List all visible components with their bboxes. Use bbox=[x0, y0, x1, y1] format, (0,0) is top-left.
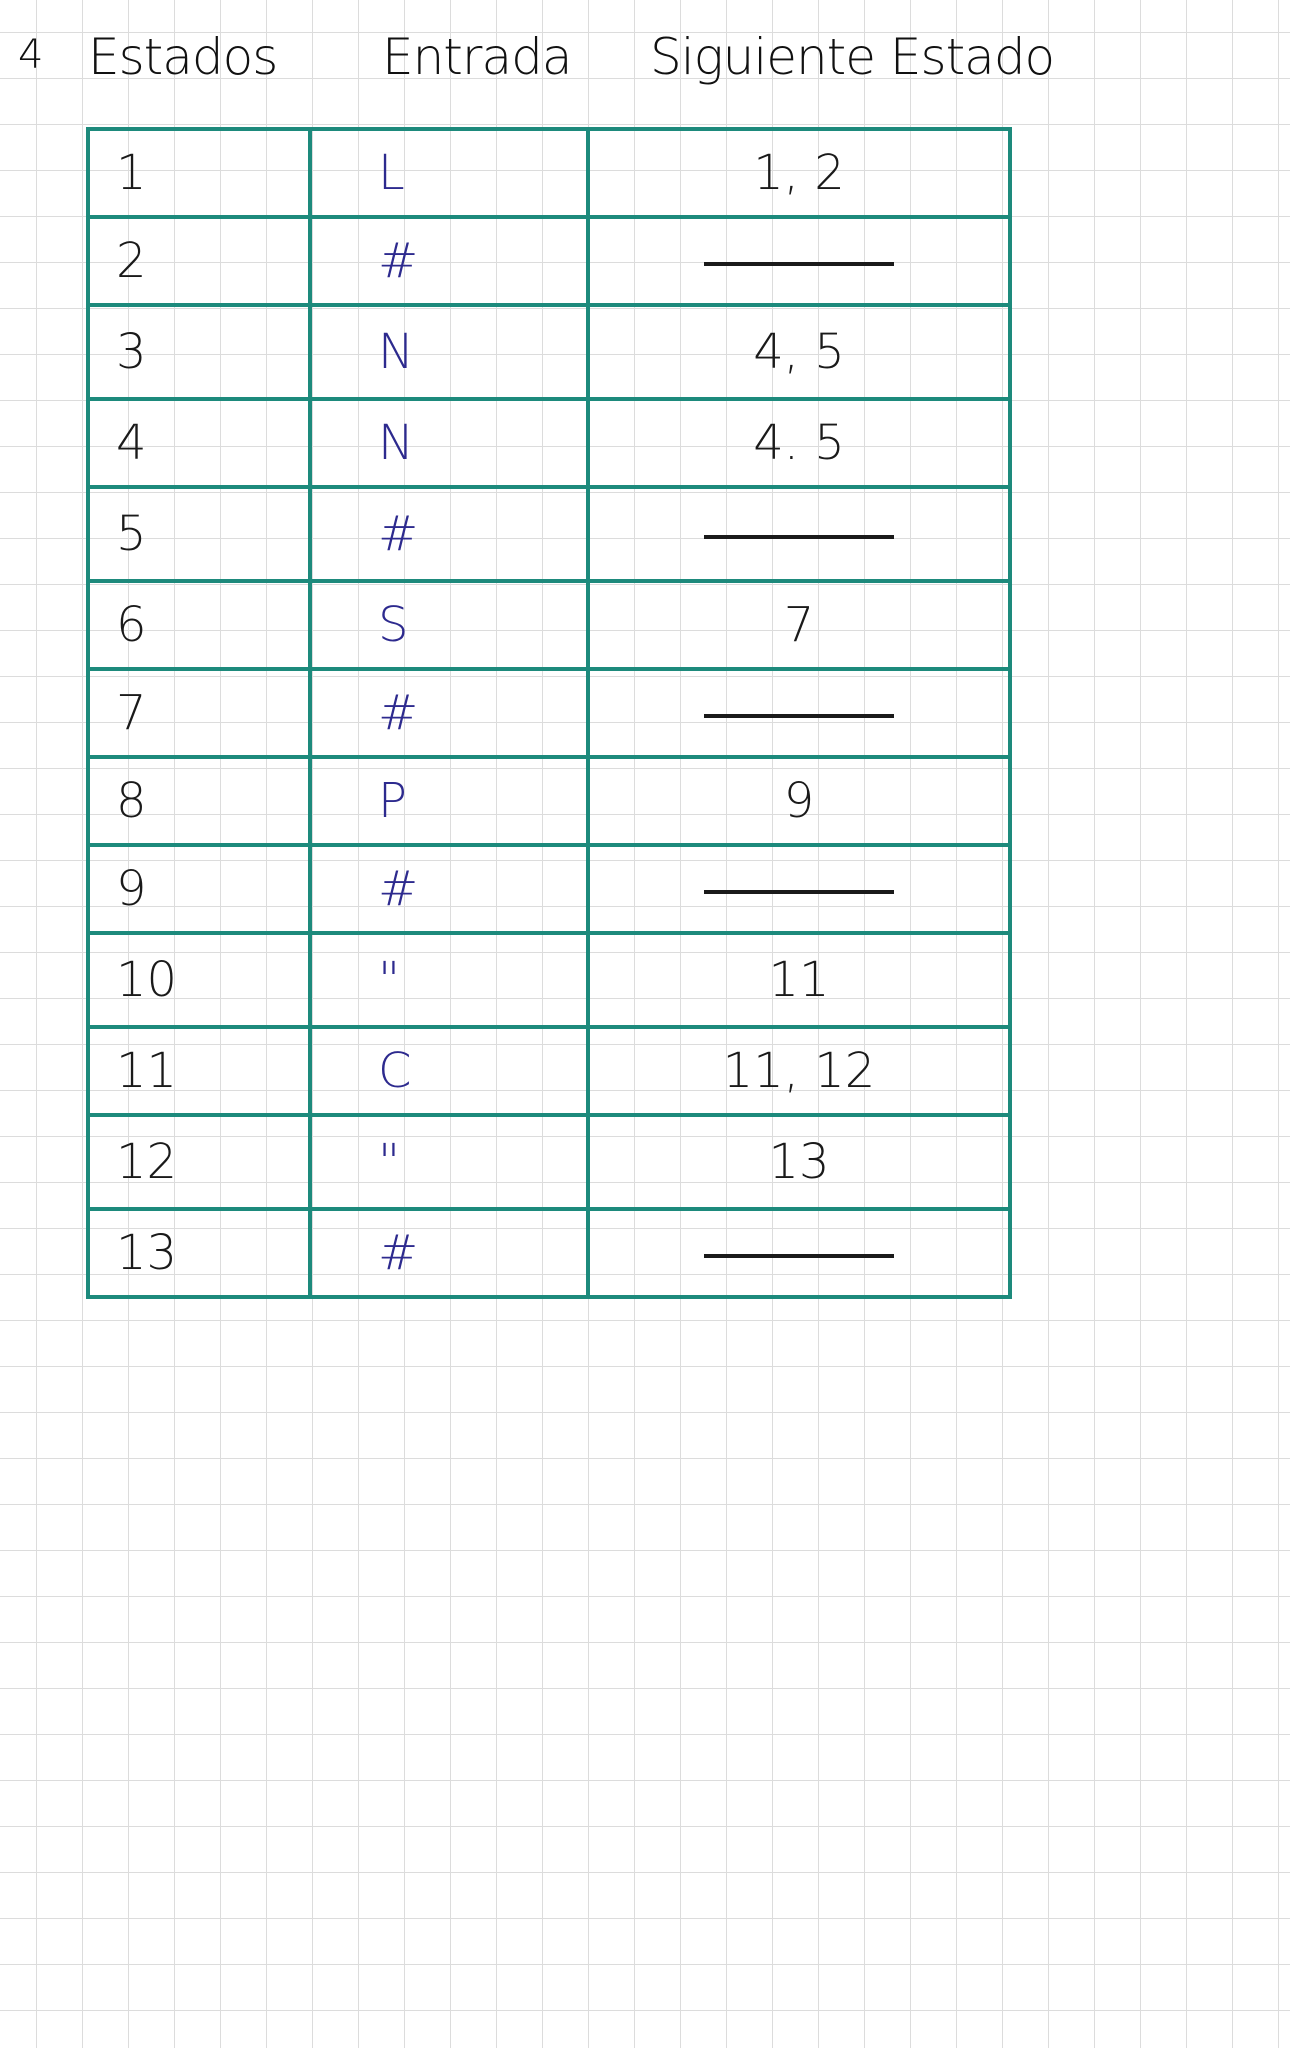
cell-estado: 4 bbox=[86, 397, 312, 489]
column-header-estados: Estados bbox=[88, 28, 278, 86]
cell-estado: 11 bbox=[86, 1025, 312, 1117]
empty-dash bbox=[704, 262, 894, 266]
cell-siguiente-estado bbox=[586, 485, 1012, 583]
cell-entrada: " bbox=[308, 1113, 590, 1211]
cell-siguiente-estado: 4, 5 bbox=[586, 303, 1012, 401]
cell-entrada: # bbox=[308, 667, 590, 759]
table-row: 5 # bbox=[86, 485, 1012, 583]
cell-siguiente-estado: 11, 12 bbox=[586, 1025, 1012, 1117]
cell-entrada: C bbox=[308, 1025, 590, 1117]
cell-siguiente-estado: 4. 5 bbox=[586, 397, 1012, 489]
table-row: 7 # bbox=[86, 667, 1012, 759]
table-row: 13 # bbox=[86, 1207, 1012, 1299]
page-header: 4 Estados Entrada Siguiente Estado bbox=[18, 24, 1055, 94]
cell-siguiente-estado: 11 bbox=[586, 931, 1012, 1029]
table-row: 3 N 4, 5 bbox=[86, 303, 1012, 401]
table-body: 1 L 1, 2 2 #3 N 4, 5 4 N 4. 5 5 #6 S 7 7 #8 P 9 9 #10 " 11 11 C… bbox=[86, 127, 1012, 1299]
cell-estado: 10 bbox=[86, 931, 312, 1029]
problem-number: 4 bbox=[18, 32, 44, 78]
cell-siguiente-estado bbox=[586, 843, 1012, 935]
table-row: 11 C 11, 12 bbox=[86, 1025, 1012, 1117]
cell-entrada: # bbox=[308, 843, 590, 935]
cell-siguiente-estado bbox=[586, 1207, 1012, 1299]
cell-estado: 6 bbox=[86, 579, 312, 671]
cell-entrada: L bbox=[308, 127, 590, 219]
cell-siguiente-estado: 1, 2 bbox=[586, 127, 1012, 219]
table-row: 10 " 11 bbox=[86, 931, 1012, 1029]
cell-entrada: N bbox=[308, 397, 590, 489]
table-row: 9 # bbox=[86, 843, 1012, 935]
cell-estado: 13 bbox=[86, 1207, 312, 1299]
cell-siguiente-estado: 13 bbox=[586, 1113, 1012, 1211]
table-row: 6S7 bbox=[86, 579, 1012, 671]
table-row: 8P9 bbox=[86, 755, 1012, 847]
cell-estado: 9 bbox=[86, 843, 312, 935]
cell-entrada: # bbox=[308, 485, 590, 583]
cell-entrada: " bbox=[308, 931, 590, 1029]
cell-entrada: N bbox=[308, 303, 590, 401]
cell-siguiente-estado bbox=[586, 215, 1012, 307]
empty-dash bbox=[704, 1254, 894, 1258]
cell-estado: 3 bbox=[86, 303, 312, 401]
cell-entrada: # bbox=[308, 215, 590, 307]
cell-estado: 5 bbox=[86, 485, 312, 583]
cell-siguiente-estado: 9 bbox=[586, 755, 1012, 847]
empty-dash bbox=[704, 890, 894, 894]
cell-entrada: # bbox=[308, 1207, 590, 1299]
cell-entrada: S bbox=[308, 579, 590, 671]
empty-dash bbox=[704, 714, 894, 718]
cell-entrada: P bbox=[308, 755, 590, 847]
state-transition-table: 1 L 1, 2 2 #3 N 4, 5 4 N 4. 5 5 #6 S 7 7 #8 P 9 9 #10 " 11 11 C… bbox=[86, 127, 1012, 1299]
table-row: 12 " 13 bbox=[86, 1113, 1012, 1211]
empty-dash bbox=[704, 535, 894, 539]
table-row: 4 N 4. 5 bbox=[86, 397, 1012, 489]
table-row: 2 # bbox=[86, 215, 1012, 307]
cell-siguiente-estado bbox=[586, 667, 1012, 759]
cell-estado: 7 bbox=[86, 667, 312, 759]
cell-estado: 8 bbox=[86, 755, 312, 847]
column-header-entrada: Entrada bbox=[382, 28, 572, 86]
column-header-siguiente-estado: Siguiente Estado bbox=[650, 28, 1055, 86]
cell-estado: 1 bbox=[86, 127, 312, 219]
cell-estado: 12 bbox=[86, 1113, 312, 1211]
cell-siguiente-estado: 7 bbox=[586, 579, 1012, 671]
table-row: 1 L 1, 2 bbox=[86, 127, 1012, 219]
cell-estado: 2 bbox=[86, 215, 312, 307]
